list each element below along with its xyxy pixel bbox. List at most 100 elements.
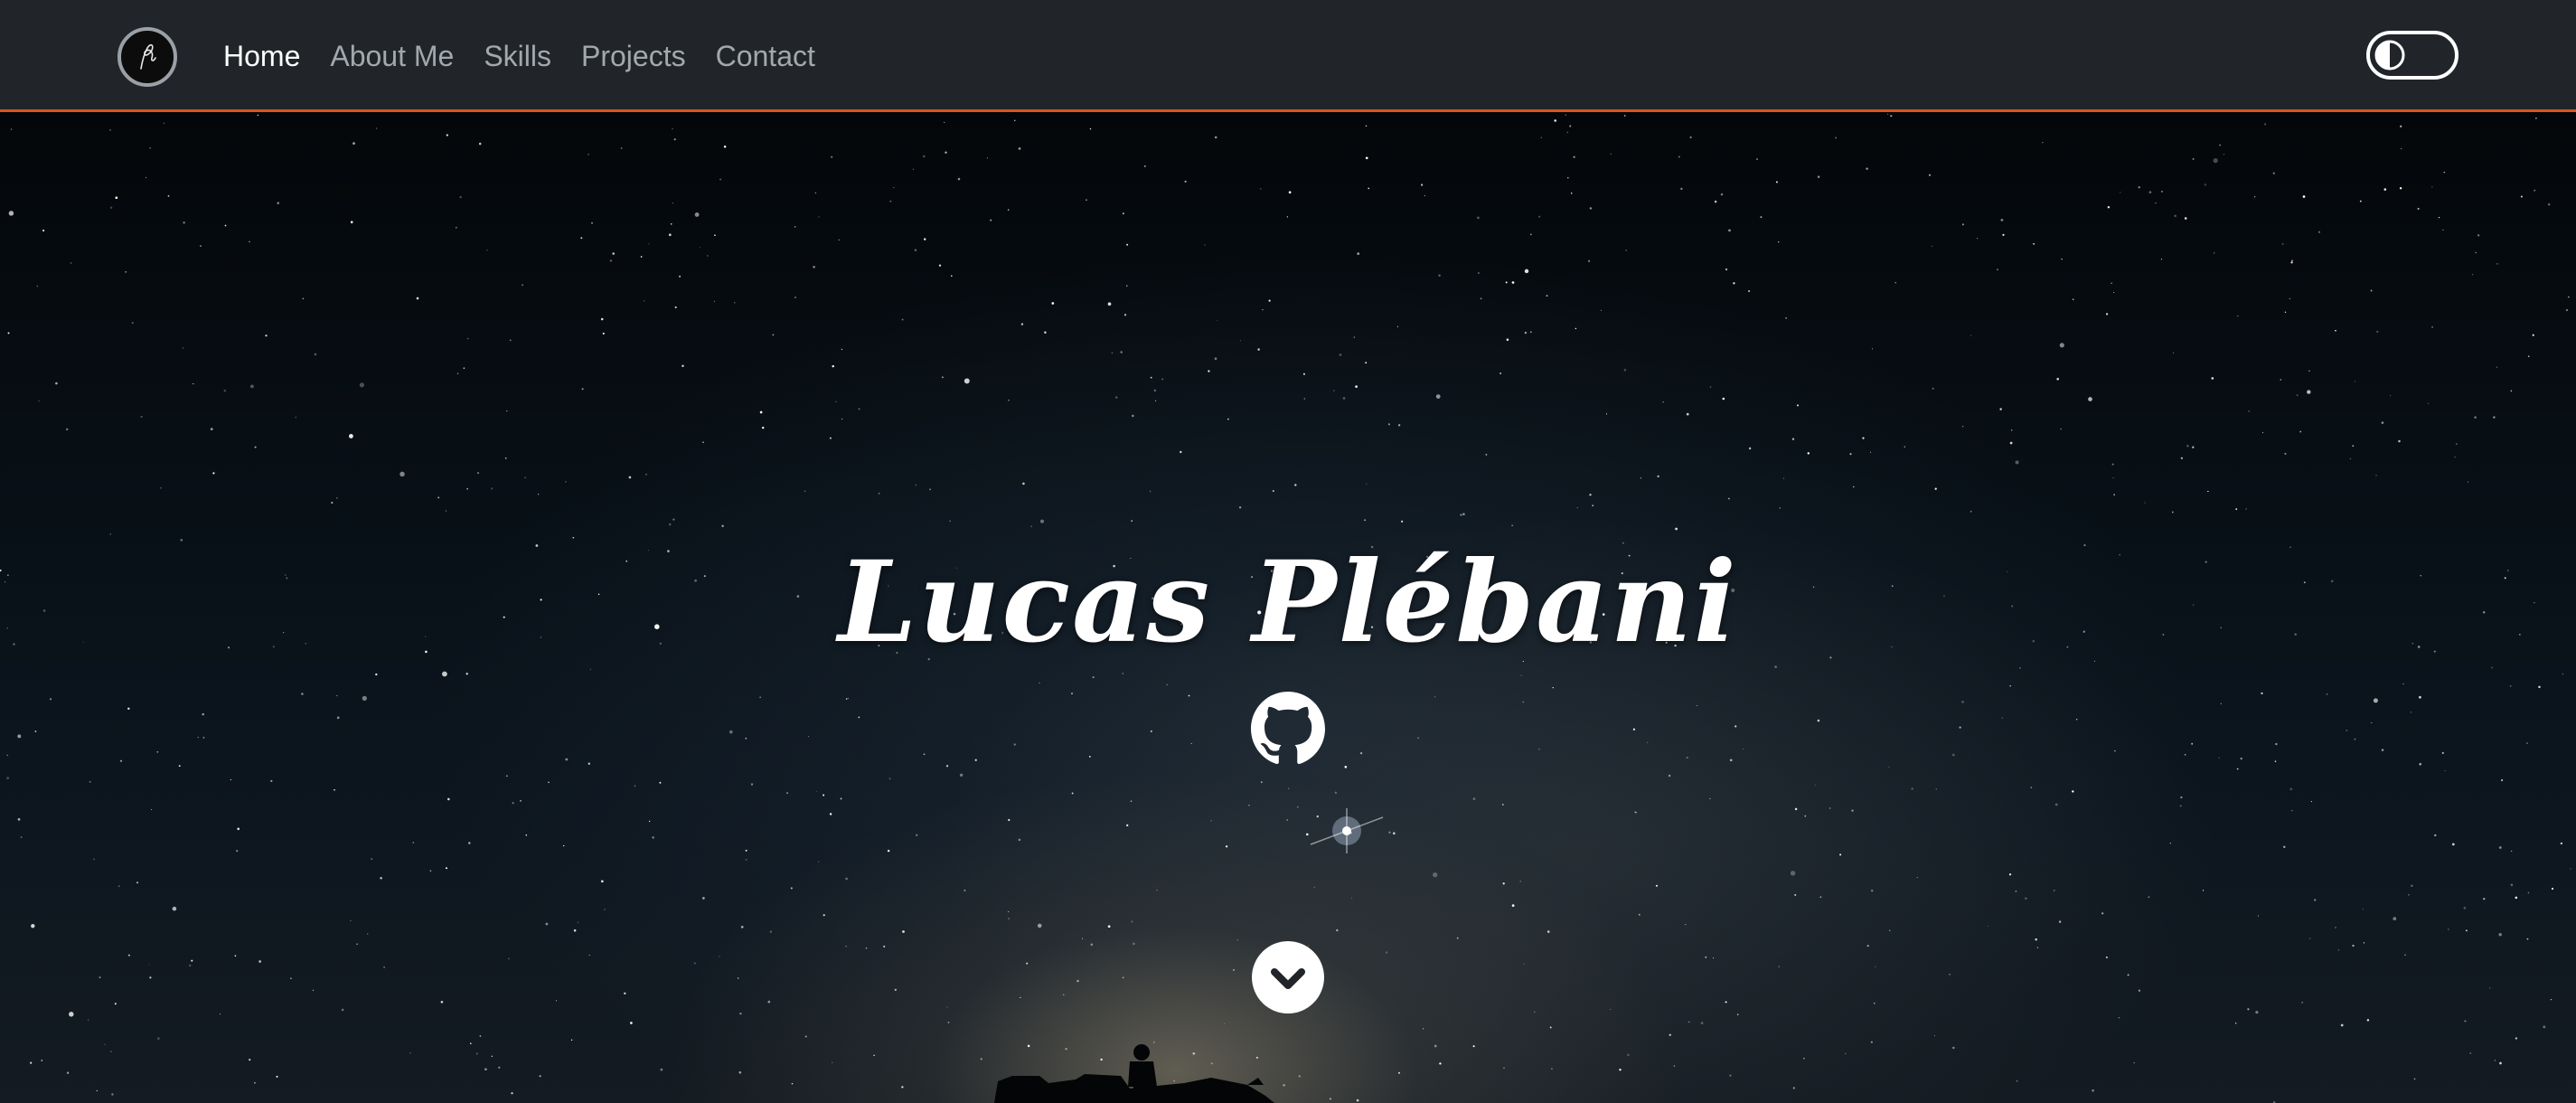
star xyxy=(946,1006,948,1008)
star xyxy=(505,775,508,778)
nav-link-home[interactable]: Home xyxy=(223,40,300,73)
star xyxy=(160,486,162,489)
star xyxy=(2538,685,2541,689)
star xyxy=(416,297,419,300)
star xyxy=(2016,1079,2018,1082)
star xyxy=(1875,966,1876,967)
star xyxy=(1313,886,1315,889)
star xyxy=(2477,234,2480,237)
star xyxy=(964,889,966,891)
star xyxy=(628,476,632,479)
star xyxy=(600,880,604,883)
star xyxy=(1961,701,1964,703)
star xyxy=(588,954,590,957)
star xyxy=(1524,331,1528,335)
star xyxy=(1111,352,1114,354)
star xyxy=(745,849,747,852)
star xyxy=(2301,1001,2304,1004)
star xyxy=(2257,915,2260,917)
star xyxy=(2290,261,2293,264)
star xyxy=(446,134,448,137)
star xyxy=(520,800,522,802)
star xyxy=(383,966,385,968)
star xyxy=(1156,890,1158,891)
star xyxy=(1970,510,1972,513)
star xyxy=(1008,818,1011,822)
star xyxy=(1316,815,1319,818)
star xyxy=(1520,674,1522,676)
star xyxy=(2179,805,2182,807)
nav-link-about-me[interactable]: About Me xyxy=(330,40,454,73)
star xyxy=(745,737,747,740)
star xyxy=(156,750,159,753)
star xyxy=(759,696,761,698)
star xyxy=(990,219,992,222)
nav-link-projects[interactable]: Projects xyxy=(581,40,686,73)
star xyxy=(466,337,469,340)
star xyxy=(581,388,584,391)
github-link[interactable] xyxy=(1251,692,1325,766)
star xyxy=(1288,787,1290,789)
nav-link-contact[interactable]: Contact xyxy=(716,40,815,73)
star xyxy=(131,322,134,325)
star xyxy=(380,877,382,880)
star xyxy=(1397,424,1401,427)
star xyxy=(348,433,353,438)
star xyxy=(1302,372,1305,375)
star xyxy=(1511,904,1515,907)
star xyxy=(1657,475,1659,478)
star xyxy=(2235,508,2238,510)
star xyxy=(445,510,447,512)
star xyxy=(1051,302,1055,305)
star xyxy=(1779,507,1781,509)
star xyxy=(2072,790,2074,793)
star xyxy=(1552,686,1554,689)
brand-logo-link[interactable] xyxy=(118,27,177,87)
star xyxy=(2411,884,2413,887)
star xyxy=(2371,721,2373,724)
star xyxy=(815,790,817,793)
star xyxy=(1511,281,1515,284)
star xyxy=(794,297,796,298)
star xyxy=(1680,187,1683,191)
star xyxy=(2289,297,2291,300)
star xyxy=(409,1052,411,1054)
star xyxy=(1286,216,1288,218)
star xyxy=(1013,743,1016,746)
theme-toggle[interactable] xyxy=(2366,31,2458,80)
star xyxy=(1725,1001,1727,1004)
star xyxy=(1853,486,1855,488)
star xyxy=(1522,701,1524,703)
star xyxy=(2308,370,2310,372)
star xyxy=(1634,811,1637,814)
nav-link-skills[interactable]: Skills xyxy=(484,40,551,73)
star xyxy=(2144,502,2146,504)
star xyxy=(580,237,583,240)
star xyxy=(2402,683,2404,684)
star xyxy=(1126,824,1129,827)
star xyxy=(1505,281,1508,284)
star xyxy=(114,1003,117,1005)
star xyxy=(1592,504,1594,507)
star xyxy=(2413,1078,2416,1080)
star xyxy=(2105,956,2108,959)
star xyxy=(1131,414,1134,418)
star xyxy=(465,673,468,675)
star xyxy=(1796,404,1800,407)
star xyxy=(2171,511,2174,514)
star xyxy=(2400,147,2402,150)
star xyxy=(1523,963,1525,965)
star xyxy=(1088,756,1091,758)
star xyxy=(127,954,130,957)
star xyxy=(713,300,716,302)
star xyxy=(941,376,944,379)
star xyxy=(371,858,372,860)
star xyxy=(1714,200,1717,203)
star xyxy=(1778,240,1780,243)
scroll-down-button[interactable] xyxy=(1252,941,1324,1013)
star xyxy=(964,378,970,384)
star xyxy=(2464,1020,2467,1023)
star xyxy=(719,178,721,181)
star xyxy=(772,334,775,336)
star xyxy=(2362,909,2364,910)
